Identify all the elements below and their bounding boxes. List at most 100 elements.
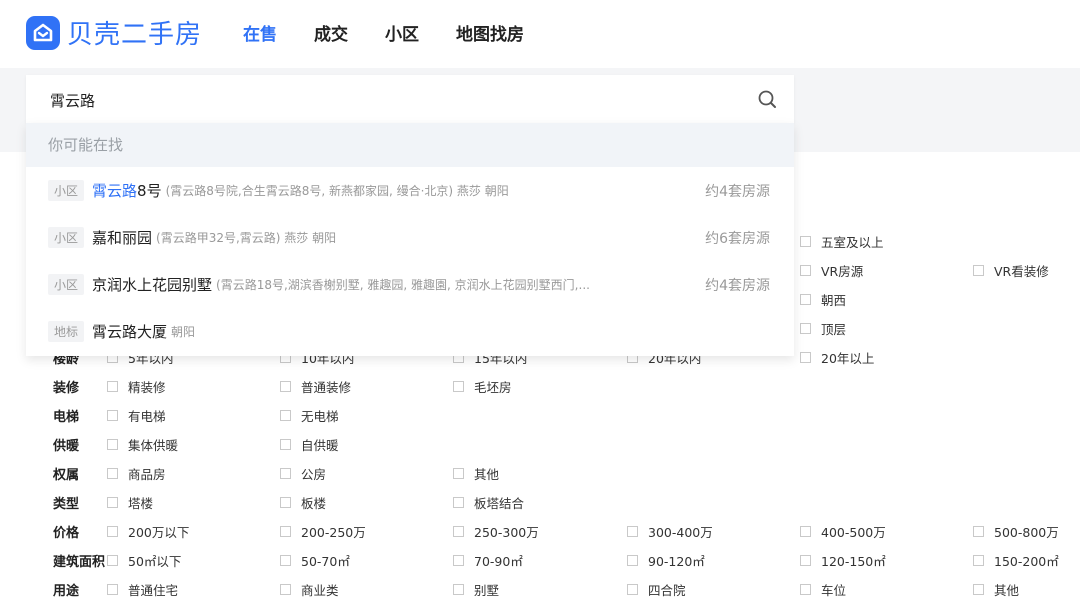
- filter-option[interactable]: 50㎡以下: [107, 551, 181, 570]
- filter-row: 权属 商品房 公房 其他: [0, 463, 1080, 483]
- filter-option[interactable]: 其他: [453, 464, 499, 483]
- filter-option[interactable]: 集体供暖: [107, 435, 178, 454]
- suggestion-item[interactable]: 小区 京润水上花园别墅 (霄云路18号,湖滨香榭别墅, 雅趣园, 雅趣園, 京润…: [26, 261, 794, 308]
- suggestion-name-rest: 霄云路大厦: [92, 323, 168, 341]
- filter-checkbox[interactable]: [280, 468, 291, 479]
- filter-checkbox[interactable]: [453, 468, 464, 479]
- filter-option[interactable]: 500-800万: [973, 522, 1059, 541]
- filter-checkbox[interactable]: [800, 294, 811, 305]
- filter-checkbox[interactable]: [627, 584, 638, 595]
- filter-option[interactable]: VR房源: [800, 261, 863, 280]
- filter-option[interactable]: 400-500万: [800, 522, 886, 541]
- filter-option[interactable]: 自供暖: [280, 435, 339, 454]
- filter-checkbox[interactable]: [800, 526, 811, 537]
- filter-checkbox[interactable]: [280, 410, 291, 421]
- filter-option[interactable]: 公房: [280, 464, 326, 483]
- filter-option-label: 普通装修: [301, 380, 352, 395]
- filter-checkbox[interactable]: [453, 526, 464, 537]
- filter-checkbox[interactable]: [800, 265, 811, 276]
- logo[interactable]: 贝壳二手房: [26, 14, 202, 51]
- filter-row: 电梯 有电梯 无电梯: [0, 405, 1080, 425]
- filter-option[interactable]: 20年以上: [800, 348, 874, 367]
- suggestion-item[interactable]: 小区 嘉和丽园 (霄云路甲32号,霄云路) 燕莎 朝阳 约6套房源: [26, 214, 794, 261]
- filter-option[interactable]: 150-200㎡: [973, 551, 1059, 570]
- filter-option[interactable]: 板楼: [280, 493, 326, 512]
- filter-checkbox[interactable]: [800, 555, 811, 566]
- filter-checkbox[interactable]: [107, 555, 118, 566]
- filter-row: 价格 200万以下 200-250万 250-300万 300-400万 400-500万…: [0, 521, 1080, 541]
- search-suggestions-dropdown: 你可能在找 小区 霄云路8号 (霄云路8号院,合生霄云路8号, 新燕都家园, 缦…: [26, 123, 794, 356]
- filter-option[interactable]: 商品房: [107, 464, 166, 483]
- filter-checkbox[interactable]: [973, 526, 984, 537]
- filter-option[interactable]: 有电梯: [107, 406, 166, 425]
- filter-checkbox[interactable]: [973, 584, 984, 595]
- filter-option[interactable]: 毛坯房: [453, 377, 512, 396]
- nav-tab-map-search[interactable]: 地图找房: [456, 20, 524, 45]
- filter-option-label: 其他: [994, 583, 1020, 598]
- filter-option[interactable]: 无电梯: [280, 406, 339, 425]
- filter-checkbox[interactable]: [107, 497, 118, 508]
- filter-option-label: 商业类: [301, 583, 339, 598]
- filter-checkbox[interactable]: [107, 526, 118, 537]
- filter-option-label: 五室及以上: [821, 235, 884, 250]
- filter-option[interactable]: 50-70㎡: [280, 551, 350, 570]
- filter-checkbox[interactable]: [107, 410, 118, 421]
- filter-option[interactable]: 精装修: [107, 377, 166, 396]
- filter-checkbox[interactable]: [453, 584, 464, 595]
- nav-tab-sold[interactable]: 成交: [314, 20, 348, 45]
- filter-checkbox[interactable]: [627, 526, 638, 537]
- filter-option-label: 400-500万: [821, 525, 886, 540]
- filter-checkbox[interactable]: [453, 555, 464, 566]
- filter-option[interactable]: 其他: [973, 580, 1019, 599]
- suggestion-type-tag: 小区: [48, 274, 85, 295]
- filter-option[interactable]: 200-250万: [280, 522, 366, 541]
- filter-checkbox[interactable]: [280, 439, 291, 450]
- suggestion-listing-count: 约6套房源: [705, 230, 770, 247]
- filter-checkbox[interactable]: [107, 381, 118, 392]
- filter-checkbox[interactable]: [627, 555, 638, 566]
- filter-checkbox[interactable]: [973, 555, 984, 566]
- filter-checkbox[interactable]: [280, 526, 291, 537]
- filter-option[interactable]: 250-300万: [453, 522, 539, 541]
- filter-checkbox[interactable]: [453, 381, 464, 392]
- filter-checkbox[interactable]: [973, 265, 984, 276]
- filter-option[interactable]: 板塔结合: [453, 493, 524, 512]
- filter-option[interactable]: 塔楼: [107, 493, 153, 512]
- filter-checkbox[interactable]: [453, 497, 464, 508]
- suggestion-item[interactable]: 小区 霄云路8号 (霄云路8号院,合生霄云路8号, 新燕都家园, 缦合·北京) …: [26, 167, 794, 214]
- filter-option[interactable]: 300-400万: [627, 522, 713, 541]
- filter-checkbox[interactable]: [107, 468, 118, 479]
- filter-option[interactable]: 车位: [800, 580, 846, 599]
- suggestion-item[interactable]: 地标 霄云路大厦 朝阳: [26, 308, 794, 355]
- search-input[interactable]: [48, 85, 732, 115]
- filter-row: 建筑面积 50㎡以下 50-70㎡ 70-90㎡ 90-120㎡ 120-150㎡ 150-…: [0, 550, 1080, 570]
- filter-option-label: 塔楼: [128, 496, 154, 511]
- filter-option[interactable]: 90-120㎡: [627, 551, 705, 570]
- filter-checkbox[interactable]: [107, 439, 118, 450]
- filter-option[interactable]: 普通装修: [280, 377, 351, 396]
- filter-option[interactable]: 70-90㎡: [453, 551, 523, 570]
- nav-tab-community[interactable]: 小区: [385, 20, 419, 45]
- filter-option[interactable]: 200万以下: [107, 522, 189, 541]
- filter-checkbox[interactable]: [800, 584, 811, 595]
- filter-checkbox[interactable]: [280, 555, 291, 566]
- filter-option[interactable]: 商业类: [280, 580, 339, 599]
- nav-tab-for-sale[interactable]: 在售: [243, 20, 277, 45]
- filter-option[interactable]: 别墅: [453, 580, 499, 599]
- filter-option[interactable]: 四合院: [627, 580, 686, 599]
- search-icon[interactable]: [757, 89, 779, 115]
- filter-option[interactable]: 朝西: [800, 290, 846, 309]
- filter-checkbox[interactable]: [280, 497, 291, 508]
- filter-checkbox[interactable]: [280, 584, 291, 595]
- filter-checkbox[interactable]: [107, 584, 118, 595]
- filter-checkbox[interactable]: [800, 352, 811, 363]
- filter-option[interactable]: 普通住宅: [107, 580, 178, 599]
- filter-option[interactable]: VR看装修: [973, 261, 1049, 280]
- filter-option[interactable]: 120-150㎡: [800, 551, 886, 570]
- filter-checkbox[interactable]: [800, 236, 811, 247]
- filter-checkbox[interactable]: [800, 323, 811, 334]
- suggestion-name-rest: 京润水上花园别墅: [92, 276, 213, 294]
- filter-option[interactable]: 顶层: [800, 319, 846, 338]
- filter-option[interactable]: 五室及以上: [800, 232, 884, 251]
- filter-checkbox[interactable]: [280, 381, 291, 392]
